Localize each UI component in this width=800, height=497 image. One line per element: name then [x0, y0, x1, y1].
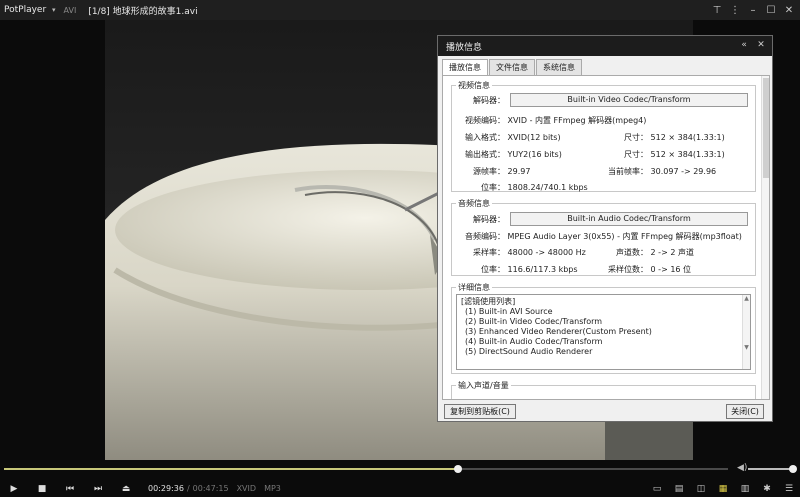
dialog-header[interactable]: 播放信息 « ✕	[438, 36, 772, 56]
input-format-value: XVID(12 bits)	[507, 133, 561, 142]
input-volume-legend: 输入声道/音量	[458, 381, 509, 390]
volume-handle[interactable]	[789, 465, 797, 473]
sample-bits-label: 采样位数：	[608, 265, 648, 274]
seek-track[interactable]	[4, 465, 728, 473]
list-item[interactable]: (1) Built-in AVI Source	[457, 307, 750, 317]
audio-decoder-label: 解码器：	[473, 215, 505, 224]
minimize-icon[interactable]: –	[744, 5, 762, 16]
settings-icon[interactable]: ✱	[756, 484, 778, 494]
audio-info-legend: 音频信息	[458, 199, 490, 208]
playlist-icon[interactable]: ☰	[778, 484, 800, 494]
input-volume-group: 输入声道/音量	[451, 380, 756, 399]
equalizer-icon[interactable]: ▦	[712, 484, 734, 494]
video-bitrate-value: 1808.24/740.1 kbps	[507, 183, 588, 192]
control-bar: ▶ ■ ⏮ ⏭ ⏏ 00:29:36 / 00:47:15 XVID MP3 ▭…	[0, 480, 800, 497]
input-format-label: 输入格式：	[465, 133, 505, 142]
dialog-title: 播放信息	[446, 42, 483, 53]
output-size-label: 尺寸：	[624, 150, 648, 159]
samplerate-value: 48000 -> 48000 Hz	[507, 248, 586, 257]
volume-slider[interactable]	[748, 468, 794, 470]
output-format-label: 输出格式：	[465, 150, 505, 159]
format-label: AVI	[63, 5, 77, 15]
previous-icon[interactable]: ⏮	[56, 484, 84, 494]
3d-icon[interactable]: ◫	[690, 484, 712, 494]
audio-codec-label: MP3	[264, 484, 281, 493]
tab-system-info[interactable]: 系统信息	[536, 59, 582, 75]
seek-handle[interactable]	[453, 465, 462, 473]
right-controls: ▭ ▤ ◫ ▦ ▥ ✱ ☰	[646, 480, 800, 497]
audio-codec-label: 音频编码：	[465, 232, 505, 241]
current-fps-label: 当前帧率：	[608, 167, 648, 176]
screen-icon[interactable]: ▭	[646, 484, 668, 494]
source-fps-value: 29.97	[507, 167, 531, 176]
title-bar: PotPlayer ▾ AVI [1/8] 地球形成的故事1.avi ⊤ ⋮ –…	[0, 0, 800, 20]
video-codec-label: XVID	[236, 484, 257, 493]
eject-icon[interactable]: ⏏	[112, 484, 140, 494]
window-title: [1/8] 地球形成的故事1.avi	[88, 6, 198, 17]
channels-value: 2 -> 2 声道	[650, 248, 694, 257]
seek-progress	[4, 468, 458, 470]
list-item[interactable]: (3) Enhanced Video Renderer(Custom Prese…	[457, 327, 750, 337]
sample-bits-value: 0 -> 16 位	[650, 265, 692, 274]
source-fps-label: 源帧率：	[473, 167, 505, 176]
current-time: 00:29:36	[148, 484, 184, 493]
collapse-icon[interactable]: «	[737, 40, 751, 50]
input-size-label: 尺寸：	[624, 133, 648, 142]
next-icon[interactable]: ⏭	[84, 484, 112, 494]
filter-list[interactable]: [滤镜使用列表] (1) Built-in AVI Source (2) Bui…	[456, 294, 751, 370]
audio-bitrate-value: 116.6/117.3 kbps	[507, 265, 578, 274]
list-item[interactable]: [滤镜使用列表]	[457, 295, 750, 307]
current-fps-value: 30.097 -> 29.96	[650, 167, 717, 176]
pin-icon[interactable]: ⊤	[708, 5, 726, 16]
list-item[interactable]: (2) Built-in Video Codec/Transform	[457, 317, 750, 327]
video-decoder-label: 解码器：	[473, 96, 505, 105]
samplerate-label: 采样率：	[473, 248, 505, 257]
channels-label: 声道数：	[616, 248, 648, 257]
list-item[interactable]: (5) DirectSound Audio Renderer	[457, 347, 750, 357]
video-info-legend: 视频信息	[458, 81, 490, 90]
close-icon[interactable]: ✕	[780, 5, 798, 16]
tab-panel: 视频信息 解码器： Built-in Video Codec/Transform…	[442, 75, 770, 400]
tab-playback-info[interactable]: 播放信息	[442, 59, 488, 75]
audio-decoder-button[interactable]: Built-in Audio Codec/Transform	[510, 212, 748, 226]
output-format-value: YUY2(16 bits)	[507, 150, 562, 159]
tab-file-info[interactable]: 文件信息	[489, 59, 535, 75]
video-bitrate-label: 位率：	[481, 183, 505, 192]
stop-icon[interactable]: ■	[28, 484, 56, 494]
app-menu-button[interactable]: PotPlayer	[0, 5, 52, 15]
details-legend: 详细信息	[458, 283, 490, 292]
volume-icon[interactable]: ◀)	[737, 463, 747, 473]
chapter-icon[interactable]: ▥	[734, 484, 756, 494]
output-size-value: 512 × 384(1.33:1)	[650, 150, 725, 159]
chevron-down-icon[interactable]: ▾	[52, 6, 56, 14]
audio-bitrate-label: 位率：	[481, 265, 505, 274]
dialog-tabs: 播放信息 文件信息 系统信息	[442, 59, 583, 75]
dialog-close-icon[interactable]: ✕	[754, 40, 768, 50]
close-button[interactable]: 关闭(C)	[726, 404, 764, 419]
panel-scroll-thumb[interactable]	[763, 78, 769, 178]
video-decoder-button[interactable]: Built-in Video Codec/Transform	[510, 93, 748, 107]
list-item[interactable]: (4) Built-in Audio Codec/Transform	[457, 337, 750, 347]
play-icon[interactable]: ▶	[0, 484, 28, 494]
tile-icon[interactable]: ⋮	[726, 5, 744, 16]
time-separator: /	[186, 484, 190, 493]
copy-to-clipboard-button[interactable]: 复制到剪贴板(C)	[444, 404, 516, 419]
seek-bar[interactable]	[0, 461, 800, 475]
video-codec-value: XVID - 内置 FFmpeg 解码器(mpeg4)	[507, 116, 647, 125]
video-codec-label: 视频编码：	[465, 116, 505, 125]
panel-scrollbar[interactable]	[761, 76, 769, 399]
audio-codec-value: MPEG Audio Layer 3(0x55) - 内置 FFmpeg 解码器…	[507, 232, 742, 241]
maximize-icon[interactable]: ☐	[762, 5, 780, 16]
total-time: 00:47:15	[192, 484, 229, 493]
list-scrollbar[interactable]: ▲ ▼	[742, 295, 750, 369]
input-size-value: 512 × 384(1.33:1)	[650, 133, 725, 142]
subtitle-icon[interactable]: ▤	[668, 484, 690, 494]
window-controls: ⊤ ⋮ – ☐ ✕	[708, 0, 798, 20]
playback-info-dialog: 播放信息 « ✕ 播放信息 文件信息 系统信息 视频信息 解码器： Built-…	[437, 35, 773, 422]
dialog-footer: 复制到剪贴板(C) 关闭(C)	[442, 404, 770, 420]
